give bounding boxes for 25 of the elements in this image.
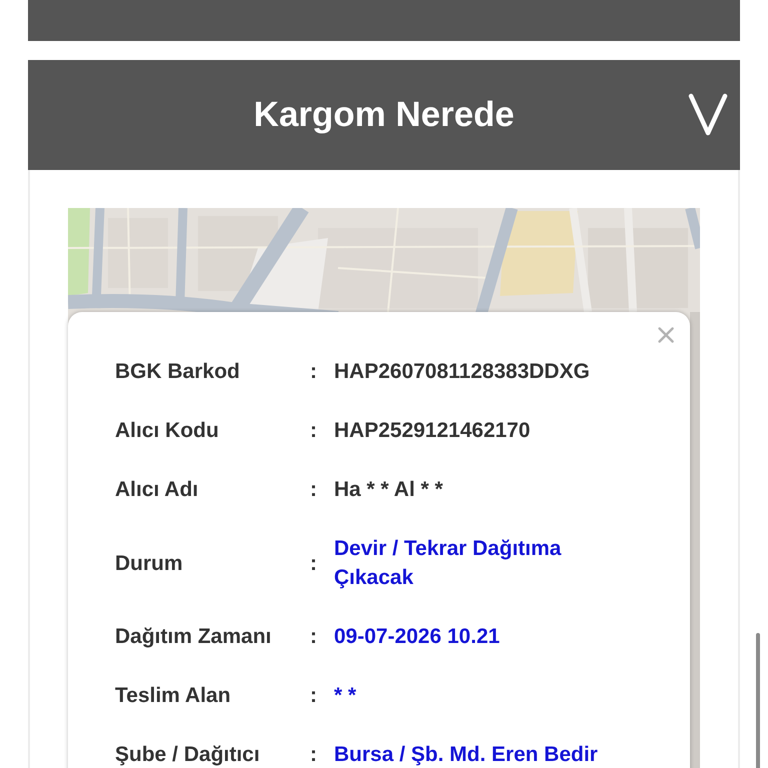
field-value: HAP2529121462170 [334,418,532,444]
field-label: Şube / Dağıtıcı [115,742,261,768]
colon-separator: : [310,624,318,650]
field-label: Dağıtım Zamanı [115,624,272,650]
field-label: Alıcı Adı [115,477,200,503]
colon-separator: : [310,418,318,444]
field-value: * * [334,683,358,709]
close-button[interactable] [658,327,674,343]
field-value: HAP2607081128383DDXG [334,359,591,385]
field-label: Teslim Alan [115,683,232,709]
field-label: Durum [115,550,184,576]
field-value: Ha * * Al * * [334,477,444,503]
colon-separator: : [310,742,318,768]
field-value: Bursa / Şb. Md. Eren Bedir [334,742,599,768]
field-label: Alıcı Kodu [115,418,220,444]
colon-separator: : [310,359,318,385]
field-label: BGK Barkod [115,359,241,385]
field-value: 09-07-2026 10.21 [334,624,501,650]
field-value: Devir / Tekrar Dağıtıma Çıkacak [334,536,562,591]
colon-separator: : [310,477,318,503]
chevron-down-icon [688,93,728,136]
colon-separator: : [310,550,318,576]
close-icon [658,327,674,343]
colon-separator: : [310,683,318,709]
accordion-header[interactable]: Kargom Nerede [28,60,740,170]
